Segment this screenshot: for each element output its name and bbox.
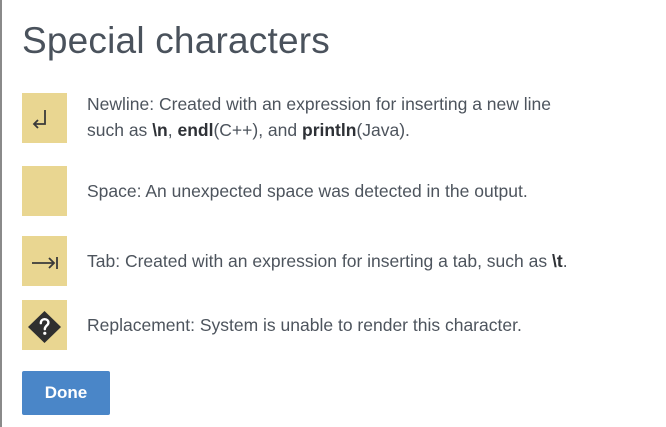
special-character-row-replacement: Replacement: System is unable to render … <box>22 300 652 350</box>
tab-icon <box>22 236 67 286</box>
code-tab-escape: \t <box>551 251 563 271</box>
code-println: println <box>302 120 357 140</box>
special-character-row-newline: Newline: Created with an expression for … <box>22 93 652 143</box>
special-characters-dialog: Special characters Newline: Created with… <box>22 0 652 427</box>
newline-description-line-2: such as \n, endl(C++), and println(Java)… <box>87 120 410 140</box>
special-character-row-tab: Tab: Created with an expression for inse… <box>22 236 652 286</box>
newline-icon <box>22 93 67 143</box>
code-newline-escape: \n <box>152 120 168 140</box>
space-description: Space: An unexpected space was detected … <box>87 181 528 201</box>
newline-description-line-1: Newline: Created with an expression for … <box>87 94 551 114</box>
left-border <box>0 0 2 427</box>
newline-description: Newline: Created with an expression for … <box>87 91 551 143</box>
tab-description: Tab: Created with an expression for inse… <box>87 251 568 271</box>
replacement-description: Replacement: System is unable to render … <box>87 315 522 335</box>
replacement-icon <box>22 300 67 350</box>
code-endl: endl <box>177 120 214 140</box>
done-button[interactable]: Done <box>22 371 110 415</box>
space-swatch <box>22 166 67 216</box>
special-character-row-space: Space: An unexpected space was detected … <box>22 166 652 216</box>
dialog-title: Special characters <box>22 20 330 61</box>
